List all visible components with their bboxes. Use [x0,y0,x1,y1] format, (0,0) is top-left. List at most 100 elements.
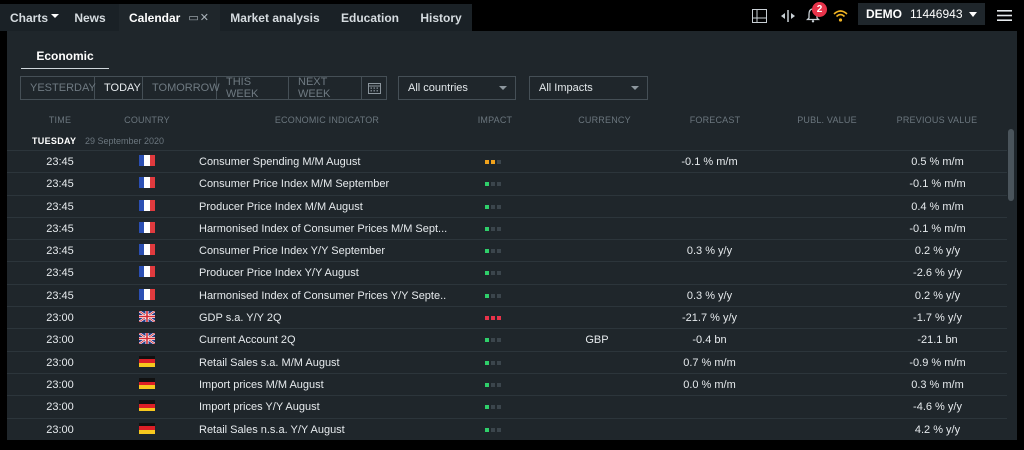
connection-signal-icon [833,0,848,31]
event-previous-value: 0.2 % y/y [914,245,961,258]
column-header-impact[interactable]: IMPACT [470,115,520,125]
table-row[interactable]: 23:45 Harmonised Index of Consumer Prices… [7,285,1007,308]
event-previous-value: -1.7 % y/y [913,312,962,325]
event-previous-value: 0.5 % m/m [911,156,964,168]
event-indicator: GDP s.a. Y/Y 2Q [199,312,282,325]
table-row[interactable]: 23:45 Harmonised Index of Consumer Prices… [7,218,1007,241]
event-indicator: Import prices Y/Y August [199,401,320,414]
event-previous-value: 4.2 % y/y [914,423,961,436]
table-row[interactable]: 23:45 Producer Price Index M/M August 0.4 … [7,196,1007,218]
impact-level-icon [485,427,505,432]
column-header-indicator[interactable]: ECONOMIC INDICATOR [237,115,417,125]
tab-history-label: History [420,10,462,25]
calendar-picker-button[interactable] [362,77,386,99]
impact-level-icon [485,226,505,231]
tab-education[interactable]: Education [330,4,410,31]
calendar-icon [367,83,381,94]
table-row[interactable]: 23:00 Retail Sales n.s.a. Y/Y August 4.2 %… [7,419,1007,440]
table-row[interactable]: 23:45 Producer Price Index Y/Y August -2.6… [7,262,1007,285]
table-row[interactable]: 23:00 Retail Sales s.a. M/M August 0.7 % m… [7,352,1007,374]
top-navigation-bar: Charts News Calendar ▭✕ Market analysis … [0,0,1024,31]
event-previous-value: 0.4 % m/m [911,200,964,213]
subtab-economic[interactable]: Economic [21,49,109,69]
impact-level-icon [485,160,505,164]
column-header-time[interactable]: TIME [7,115,113,125]
period-next-week-button[interactable]: NEXT WEEK [289,76,362,100]
period-tomorrow-button[interactable]: TOMORROW [143,77,220,99]
column-header-country[interactable]: COUNTRY [117,115,177,125]
event-forecast: -0.4 bn [692,334,727,347]
tab-news[interactable]: News [61,4,119,31]
tab-charts[interactable]: Charts [0,4,61,31]
account-selector[interactable]: DEMO 11446943 [858,3,985,25]
period-this-week-button[interactable]: THIS WEEK [217,76,289,100]
tab-market-analysis[interactable]: Market analysis [220,4,330,31]
event-indicator: Harmonised Index of Consumer Prices M/M … [199,222,448,235]
flag-gb-icon [139,333,155,345]
flag-gb-icon [139,311,155,323]
notification-badge: 2 [812,2,827,17]
trade-arrows-icon[interactable] [780,0,796,31]
event-time: 23:00 [46,334,74,347]
layout-icon[interactable] [752,0,767,31]
event-previous-value: -0.1 % m/m [909,222,966,235]
tab-calendar[interactable]: Calendar ▭✕ [119,4,220,31]
events-table-body: 23:45 Consumer Spending M/M August -0.1 % … [7,151,1007,440]
table-row[interactable]: 23:00 Import prices M/M August 0.0 % m/m 0.… [7,374,1007,397]
event-time: 23:45 [46,245,74,258]
impact-level-icon [485,360,505,365]
event-indicator: Producer Price Index M/M August [199,200,363,213]
chevron-down-icon [969,12,977,17]
event-previous-value: -2.6 % y/y [913,267,962,280]
event-forecast: 0.0 % m/m [683,378,736,391]
period-yesterday-button[interactable]: YESTERDAY [21,77,96,99]
table-row[interactable]: 23:45 Consumer Price Index M/M September -… [7,173,1007,196]
table-row[interactable]: 23:45 Consumer Spending M/M August -0.1 % … [7,151,1007,174]
impact-select-value: All Impacts [539,82,593,94]
flag-fr-icon [139,199,155,211]
country-select[interactable]: All countries [398,76,516,100]
column-header-previous-value[interactable]: PREVIOUS VALUE [877,115,997,125]
event-time: 23:00 [46,401,74,414]
impact-level-icon [485,405,505,410]
table-row[interactable]: 23:00 Import prices Y/Y August -4.6 % y/y [7,396,1007,419]
event-indicator: Consumer Price Index M/M September [199,178,390,191]
impact-level-icon [485,338,505,343]
table-row[interactable]: 23:45 Consumer Price Index Y/Y September 0… [7,240,1007,263]
impact-select[interactable]: All Impacts [529,76,648,100]
event-previous-value: -0.1 % m/m [909,178,966,191]
event-time: 23:00 [46,378,74,391]
event-indicator: Retail Sales n.s.a. Y/Y August [199,423,345,436]
account-mode: DEMO [866,7,902,21]
column-header-publ-value[interactable]: PUBL. VALUE [782,115,872,125]
table-row[interactable]: 23:00 GDP s.a. Y/Y 2Q -21.7 % y/y -1.7 % y/… [7,307,1007,330]
event-time: 23:00 [46,312,74,325]
event-indicator: Current Account 2Q [199,334,296,347]
impact-level-icon [485,382,505,387]
event-time: 23:45 [46,178,74,191]
event-indicator: Import prices M/M August [199,378,324,391]
close-icon[interactable]: ✕ [200,12,210,24]
event-previous-value: 0.3 % m/m [911,378,964,391]
column-header-currency[interactable]: CURRENCY [567,115,642,125]
popout-icon[interactable]: ▭ [188,12,199,24]
day-group-header: TUESDAY 29 September 2020 [7,134,1007,151]
flag-fr-icon [139,155,155,166]
column-header-forecast[interactable]: FORECAST [675,115,755,125]
hamburger-menu-icon[interactable] [997,0,1012,31]
table-header: TIME COUNTRY ECONOMIC INDICATOR IMPACT C… [7,115,1007,129]
flag-de-icon [139,400,155,412]
event-forecast: 0.3 % y/y [686,289,733,302]
impact-level-icon [485,182,505,187]
event-forecast: -0.1 % m/m [681,156,738,168]
flag-fr-icon [139,288,155,300]
event-time: 23:45 [46,267,74,280]
table-row[interactable]: 23:00 Current Account 2Q GBP -0.4 bn -21.1 b… [7,329,1007,352]
event-time: 23:00 [46,356,74,369]
period-today-button[interactable]: TODAY [95,77,143,99]
impact-level-icon [485,249,505,254]
tab-history[interactable]: History [410,4,472,31]
period-filter: YESTERDAY TODAY TOMORROW THIS WEEK NEXT … [20,76,387,100]
chevron-down-icon [499,86,507,90]
scrollbar-thumb[interactable] [1008,129,1014,201]
